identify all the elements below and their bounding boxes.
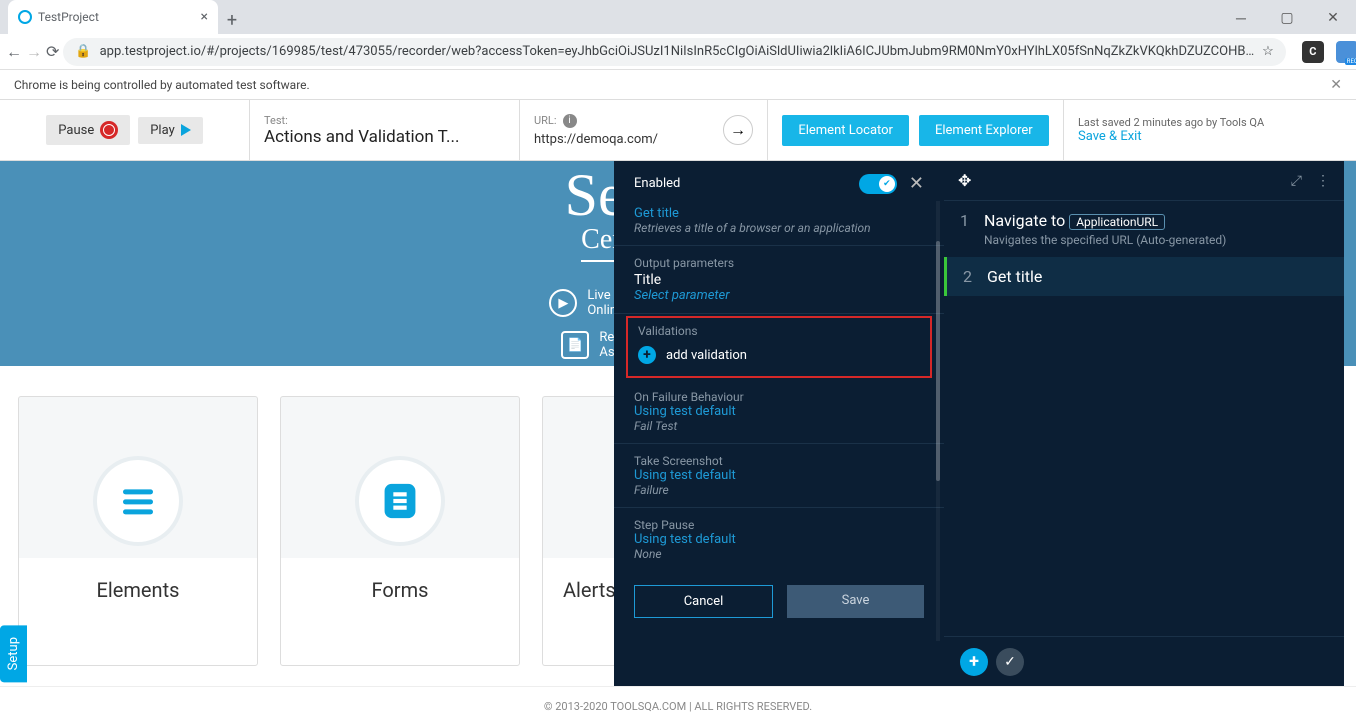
- address-bar-row: ← → ⟳ 🔒 app.testproject.io/#/projects/16…: [0, 34, 1356, 70]
- screenshot-sub: Failure: [634, 483, 924, 497]
- plus-icon: +: [638, 346, 656, 364]
- record-icon: [100, 121, 118, 139]
- close-banner-icon[interactable]: ✕: [1330, 77, 1342, 93]
- step-row-2[interactable]: 2 Get title: [944, 257, 1344, 296]
- last-saved-text: Last saved 2 minutes ago by Tools QA: [1078, 116, 1342, 129]
- step-description: Navigates the specified URL (Auto-genera…: [984, 233, 1226, 247]
- panel-menu-icon[interactable]: ⋮: [1316, 173, 1330, 189]
- screenshot-value[interactable]: Using test default: [634, 468, 924, 483]
- setup-tab[interactable]: Setup: [0, 625, 27, 682]
- card-label: Elements: [97, 578, 180, 602]
- browser-tab[interactable]: TestProject ×: [8, 0, 218, 34]
- test-label: Test:: [264, 114, 505, 127]
- screenshot-label: Take Screenshot: [634, 454, 924, 468]
- automation-banner: Chrome is being controlled by automated …: [0, 70, 1356, 100]
- element-locator-button[interactable]: Element Locator: [782, 115, 909, 146]
- minimize-button[interactable]: ─: [1218, 2, 1264, 34]
- enabled-toggle[interactable]: [859, 174, 897, 194]
- url-value: https://demoqa.com/: [534, 132, 658, 147]
- extension-c-icon[interactable]: C: [1298, 37, 1328, 67]
- play-button[interactable]: Play: [138, 117, 203, 144]
- close-window-button[interactable]: ✕: [1310, 2, 1356, 34]
- card-elements[interactable]: Elements: [18, 396, 258, 666]
- maximize-button[interactable]: ▢: [1264, 2, 1310, 34]
- step-pause-label: Step Pause: [634, 518, 924, 532]
- pause-label: Pause: [58, 123, 94, 138]
- step-param-pill: ApplicationURL: [1069, 214, 1165, 230]
- scrollbar[interactable]: [936, 201, 940, 641]
- window-buttons: ─ ▢ ✕: [1218, 2, 1356, 34]
- new-tab-button[interactable]: +: [218, 6, 246, 34]
- step-pause-sub: None: [634, 547, 924, 561]
- param-title: Title: [634, 272, 924, 288]
- step-pause-value[interactable]: Using test default: [634, 532, 924, 547]
- extension-rec-icon[interactable]: [1332, 37, 1356, 67]
- omnibox[interactable]: 🔒 app.testproject.io/#/projects/169985/t…: [63, 38, 1285, 66]
- validations-highlight: Validations + add validation: [626, 316, 932, 378]
- form-icon: [359, 460, 441, 542]
- select-parameter-link[interactable]: Select parameter: [634, 288, 924, 303]
- enabled-label: Enabled: [634, 176, 680, 191]
- test-name: Actions and Validation T...: [264, 127, 494, 147]
- step-row-1[interactable]: 1 Navigate to ApplicationURL Navigates t…: [944, 201, 1344, 257]
- card-alerts[interactable]: Alerts, F: [542, 396, 622, 666]
- menu-icon: [97, 460, 179, 542]
- output-params-label: Output parameters: [634, 256, 924, 270]
- add-step-button[interactable]: +: [960, 648, 988, 676]
- steps-list-panel: ✥ ⤢ ⋮ 1 Navigate to ApplicationURL Navig…: [944, 161, 1344, 686]
- cancel-button[interactable]: Cancel: [634, 585, 773, 618]
- on-failure-label: On Failure Behaviour: [634, 390, 924, 404]
- on-failure-sub: Fail Test: [634, 419, 924, 433]
- save-exit-link[interactable]: Save & Exit: [1078, 129, 1342, 144]
- add-validation-text: add validation: [666, 348, 747, 363]
- url-text: app.testproject.io/#/projects/169985/tes…: [100, 44, 1255, 59]
- star-icon[interactable]: ☆: [1262, 44, 1274, 59]
- move-icon[interactable]: ✥: [958, 171, 971, 190]
- collapse-icon[interactable]: ⤢: [1291, 173, 1302, 189]
- copyright-text: © 2013-2020 TOOLSQA.COM | ALL RIGHTS RES…: [544, 700, 812, 713]
- url-label: URL:: [534, 114, 557, 127]
- go-button[interactable]: →: [723, 115, 753, 145]
- tab-title: TestProject: [38, 10, 99, 24]
- browser-titlebar: TestProject × + ─ ▢ ✕: [0, 0, 1356, 34]
- pause-button[interactable]: Pause: [46, 115, 130, 145]
- play-icon: [181, 124, 191, 136]
- back-button[interactable]: ←: [6, 37, 22, 67]
- close-tab-icon[interactable]: ×: [201, 9, 208, 25]
- on-failure-value[interactable]: Using test default: [634, 404, 924, 419]
- save-step-button[interactable]: Save: [787, 585, 924, 618]
- document-icon: 📄: [561, 331, 589, 359]
- testproject-toolbar: Pause Play Test: Actions and Validation …: [0, 100, 1356, 161]
- play-circle-icon: ▶: [549, 289, 577, 317]
- add-validation-button[interactable]: + add validation: [638, 346, 920, 364]
- lock-icon: 🔒: [75, 44, 91, 59]
- step-number: 1: [960, 211, 972, 230]
- step-number: 2: [963, 267, 975, 286]
- reload-button[interactable]: ⟳: [46, 37, 59, 67]
- forward-button[interactable]: →: [26, 37, 42, 67]
- info-icon[interactable]: i: [563, 114, 577, 128]
- step-action: Navigate to: [984, 211, 1065, 230]
- page-content: Selenium Certification Trai ▶ Live Instr…: [0, 161, 1356, 686]
- step-edit-panel: Enabled ✕ Get title Retrieves a title of…: [614, 161, 944, 686]
- card-forms[interactable]: Forms: [280, 396, 520, 666]
- validations-label: Validations: [638, 324, 920, 338]
- automation-text: Chrome is being controlled by automated …: [14, 78, 310, 92]
- step-action: Get title: [987, 267, 1042, 286]
- favicon-icon: [18, 10, 32, 24]
- action-name[interactable]: Get title: [634, 206, 924, 221]
- play-label: Play: [150, 123, 175, 138]
- close-panel-icon[interactable]: ✕: [909, 173, 924, 194]
- action-desc: Retrieves a title of a browser or an app…: [634, 221, 924, 235]
- validate-button[interactable]: ✓: [996, 648, 1024, 676]
- element-explorer-button[interactable]: Element Explorer: [919, 115, 1049, 146]
- card-label: Forms: [372, 578, 429, 602]
